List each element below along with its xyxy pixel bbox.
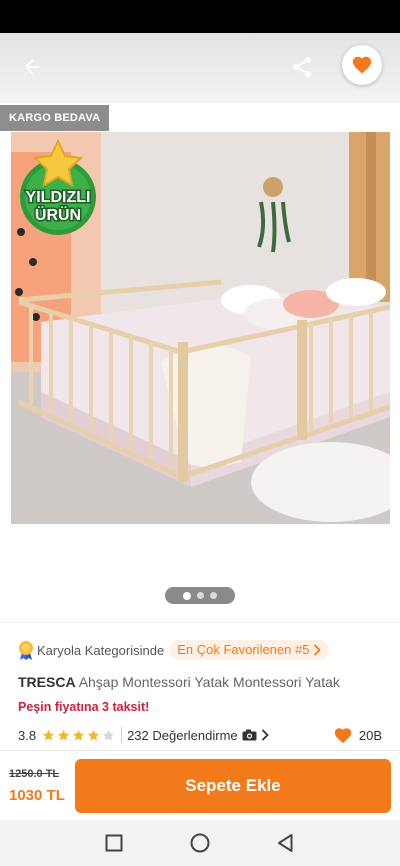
heart-icon [352, 56, 372, 74]
star-icon [88, 729, 100, 740]
recent-apps-button[interactable] [103, 832, 125, 854]
home-button[interactable] [189, 832, 211, 854]
favorite-button[interactable] [342, 45, 382, 85]
brand-name[interactable]: TRESCA [18, 674, 76, 690]
product-name: Ahşap Montessori Yatak Montessori Yatak [78, 674, 340, 690]
status-bar [0, 0, 400, 33]
rating-row: 3.8 232 Değerlendirme 20B [18, 726, 382, 744]
chevron-right-icon [261, 729, 269, 741]
old-price: 1250.0 TL [9, 768, 60, 780]
star-badge-line2: ÜRÜN [35, 205, 81, 224]
rating-value: 3.8 [18, 727, 37, 743]
system-back-button[interactable] [274, 832, 296, 854]
installment-text: Peşin fiyatına 3 taksit! [18, 700, 150, 714]
android-nav-bar [0, 820, 400, 866]
favorite-count: 20B [333, 726, 382, 744]
share-button[interactable] [284, 49, 320, 85]
heart-icon [334, 728, 352, 744]
free-shipping-badge: KARGO BEDAVA [0, 105, 110, 131]
back-button[interactable] [14, 49, 50, 85]
star-product-badge: YILDIZLI ÜRÜN [8, 138, 108, 237]
most-favorited-chip[interactable]: En Çok Favorilenen #5 [169, 640, 330, 660]
product-title: TRESCA Ahşap Montessori Yatak Montessori… [18, 674, 388, 690]
most-favorited-label: En Çok Favorilenen #5 [177, 642, 310, 657]
favorite-count-label: 20B [358, 727, 382, 743]
home-icon [190, 833, 210, 853]
chevron-right-icon [314, 644, 322, 656]
star-badge-line1: YILDIZLI [26, 189, 91, 206]
gallery-pager[interactable] [165, 587, 235, 604]
recent-apps-icon [105, 834, 123, 852]
star-icon [43, 729, 55, 740]
reviews-link[interactable]: 232 Değerlendirme [127, 728, 269, 743]
camera-icon [242, 729, 257, 741]
add-to-cart-button[interactable]: Sepete Ekle [75, 759, 391, 813]
back-triangle-icon [278, 834, 293, 852]
medal-icon [19, 641, 33, 660]
star-icon [73, 729, 85, 740]
star-icon [58, 729, 70, 740]
app-root: KARGO BEDAVA YILDIZLI ÜRÜN Karyola Kateg… [0, 0, 400, 866]
buy-bar: 1250.0 TL 1030 TL Sepete Ekle [0, 750, 400, 820]
product-gallery[interactable]: KARGO BEDAVA YILDIZLI ÜRÜN [0, 33, 400, 623]
pager-dot[interactable] [183, 591, 191, 600]
reviews-count: 232 Değerlendirme [127, 727, 238, 743]
category-row: Karyola Kategorisinde En Çok Favorilenen… [18, 640, 330, 660]
arrow-left-icon [24, 59, 40, 75]
current-price: 1030 TL [9, 787, 65, 804]
rating-separator [121, 727, 123, 743]
category-label: Karyola Kategorisinde [37, 642, 165, 658]
header-background [0, 33, 400, 103]
share-icon [293, 57, 311, 77]
divider [0, 622, 400, 623]
pager-dot[interactable] [197, 592, 204, 599]
pager-dot[interactable] [210, 592, 217, 599]
star-icon [103, 729, 115, 740]
rating-stars [42, 729, 115, 742]
